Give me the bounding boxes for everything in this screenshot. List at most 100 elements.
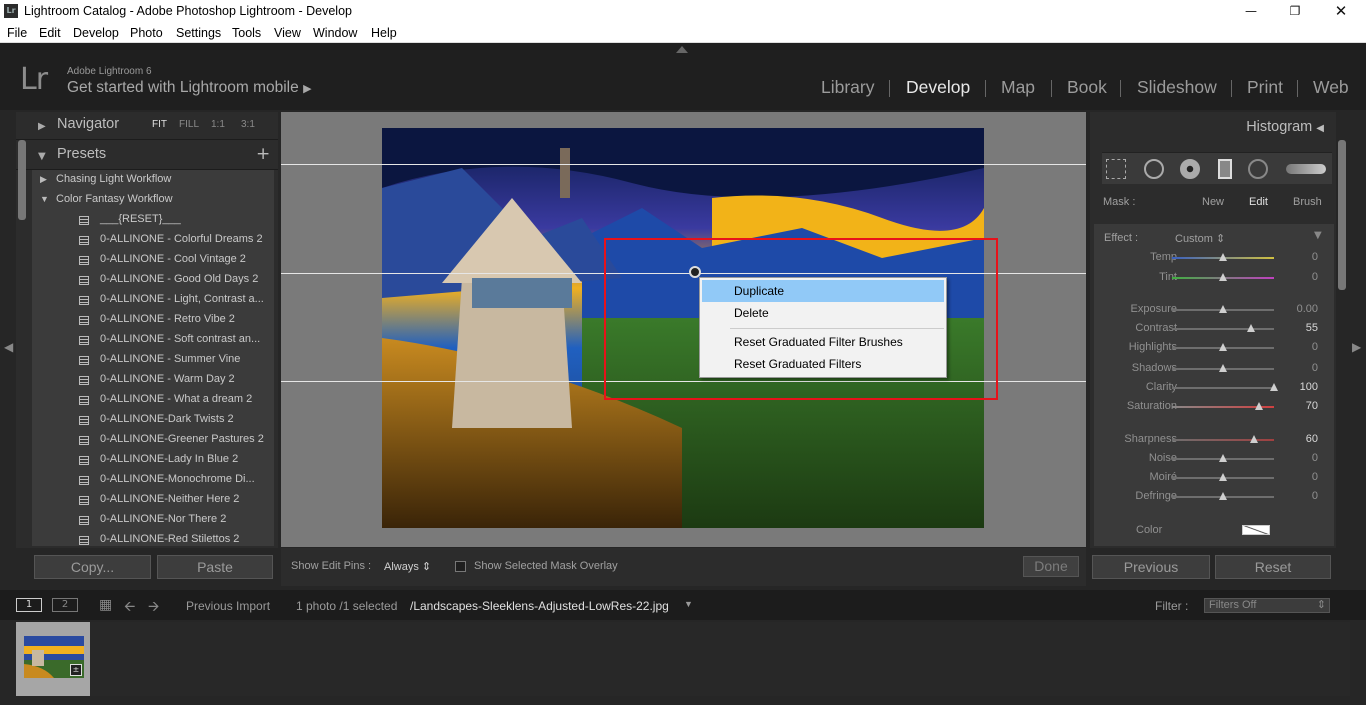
presets-header[interactable]: ▼ Presets + — [16, 142, 278, 170]
nav-3-1[interactable]: 3:1 — [241, 119, 255, 130]
slider-value[interactable]: 0 — [1312, 471, 1318, 483]
thumbnail-cell[interactable]: ± — [16, 622, 90, 696]
menu-edit[interactable]: Edit — [39, 26, 61, 40]
collapse-top-icon[interactable] — [676, 46, 688, 53]
collapse-left-icon[interactable]: ◀ — [4, 340, 13, 354]
mask-overlay-checkbox[interactable] — [455, 561, 466, 572]
slider-value[interactable]: 100 — [1300, 381, 1318, 393]
menu-photo[interactable]: Photo — [130, 26, 163, 40]
preset-item[interactable]: 0-ALLINONE - Summer Vine — [32, 350, 274, 370]
slider-value[interactable]: 0 — [1312, 341, 1318, 353]
navigator-header[interactable]: ▶ Navigator FIT FILL 1:1 3:1 — [16, 112, 278, 140]
reset-button[interactable]: Reset — [1215, 555, 1331, 579]
nav-fit[interactable]: FIT — [152, 119, 167, 130]
paste-button[interactable]: Paste — [157, 555, 273, 579]
slider-knob[interactable] — [1219, 454, 1227, 462]
slider-knob[interactable] — [1270, 383, 1278, 391]
module-map[interactable]: Map — [1001, 77, 1035, 98]
mask-new[interactable]: New — [1202, 196, 1224, 208]
menu-reset-brushes[interactable]: Reset Graduated Filter Brushes — [702, 331, 944, 353]
slider-knob[interactable] — [1247, 324, 1256, 332]
minimize-icon[interactable]: — — [1231, 2, 1271, 21]
slider-exposure[interactable]: Exposure 0.00 — [1094, 300, 1334, 320]
radial-filter-icon[interactable] — [1248, 159, 1268, 179]
source-label[interactable]: Previous Import — [186, 599, 270, 613]
slider-tint[interactable]: Tint 0 — [1094, 268, 1334, 288]
menu-duplicate[interactable]: Duplicate — [702, 280, 944, 302]
module-web[interactable]: Web — [1313, 77, 1349, 98]
slider-value[interactable]: 0.00 — [1297, 303, 1318, 315]
previous-button[interactable]: Previous — [1092, 555, 1210, 579]
slider-track[interactable] — [1172, 328, 1274, 330]
slider-moire[interactable]: Moiré 0 — [1094, 468, 1334, 488]
grid-icon[interactable]: ▦ — [99, 597, 112, 613]
slider-noise[interactable]: Noise 0 — [1094, 449, 1334, 469]
preset-item[interactable]: ___{RESET}___ — [32, 210, 274, 230]
nav-fill[interactable]: FILL — [179, 119, 199, 130]
view-2-button[interactable]: 2 — [52, 598, 78, 612]
lightroom-mobile-link[interactable]: Get started with Lightroom mobile ▶ — [67, 79, 312, 97]
menu-help[interactable]: Help — [371, 26, 397, 40]
forward-arrow-icon[interactable]: 🡪 — [148, 596, 159, 620]
slider-track[interactable] — [1172, 387, 1274, 389]
slider-value[interactable]: 70 — [1306, 400, 1318, 412]
color-swatch[interactable] — [1242, 525, 1270, 535]
filter-select[interactable]: Filters Off ⇕ — [1204, 598, 1330, 613]
preset-item[interactable]: 0-ALLINONE - Retro Vibe 2 — [32, 310, 274, 330]
preset-item[interactable]: 0-ALLINONE-Neither Here 2 — [32, 490, 274, 510]
module-print[interactable]: Print — [1247, 77, 1283, 98]
module-develop[interactable]: Develop — [906, 77, 970, 98]
graduated-filter-line[interactable] — [281, 164, 1086, 165]
preset-item[interactable]: 0-ALLINONE-Dark Twists 2 — [32, 410, 274, 430]
preset-item[interactable]: 0-ALLINONE-Nor There 2 — [32, 510, 274, 530]
filename[interactable]: /Landscapes-Sleeklens-Adjusted-LowRes-22… — [410, 599, 669, 613]
red-eye-icon[interactable] — [1180, 159, 1200, 179]
copy-button[interactable]: Copy... — [34, 555, 151, 579]
menu-delete[interactable]: Delete — [702, 302, 944, 324]
preset-item[interactable]: 0-ALLINONE-Monochrome Di... — [32, 470, 274, 490]
slider-track[interactable] — [1172, 439, 1274, 441]
slider-value[interactable]: 0 — [1312, 271, 1318, 283]
left-scrollbar[interactable] — [18, 140, 26, 220]
slider-knob[interactable] — [1219, 343, 1227, 351]
right-scrollbar[interactable] — [1338, 140, 1346, 290]
preset-folder-chasing-light[interactable]: ▶ Chasing Light Workflow — [32, 170, 274, 190]
preset-item[interactable]: 0-ALLINONE - Warm Day 2 — [32, 370, 274, 390]
maximize-icon[interactable]: ❐ — [1275, 2, 1315, 21]
slider-sharpness[interactable]: Sharpness 60 — [1094, 430, 1334, 450]
slider-temp[interactable]: Temp 0 — [1094, 248, 1334, 268]
preset-item[interactable]: 0-ALLINONE-Greener Pastures 2 — [32, 430, 274, 450]
slider-knob[interactable] — [1219, 253, 1227, 261]
menu-reset-filters[interactable]: Reset Graduated Filters — [702, 353, 944, 375]
slider-value[interactable]: 0 — [1312, 452, 1318, 464]
slider-knob[interactable] — [1254, 402, 1263, 410]
menu-file[interactable]: File — [7, 26, 27, 40]
module-book[interactable]: Book — [1067, 77, 1107, 98]
slider-knob[interactable] — [1219, 473, 1227, 481]
menu-develop[interactable]: Develop — [73, 26, 119, 40]
menu-view[interactable]: View — [274, 26, 301, 40]
mask-brush[interactable]: Brush — [1293, 196, 1322, 208]
dropdown-arrow-icon[interactable]: ▼ — [684, 599, 693, 609]
preset-item[interactable]: 0-ALLINONE - Good Old Days 2 — [32, 270, 274, 290]
close-icon[interactable]: ✕ — [1321, 2, 1361, 21]
menu-settings[interactable]: Settings — [176, 26, 221, 40]
show-edit-pins-select[interactable]: Always ⇕ — [384, 560, 431, 573]
slider-clarity[interactable]: Clarity 100 — [1094, 378, 1334, 398]
slider-value[interactable]: 0 — [1312, 362, 1318, 374]
preset-item[interactable]: 0-ALLINONE - Colorful Dreams 2 — [32, 230, 274, 250]
mask-edit[interactable]: Edit — [1249, 196, 1268, 208]
menu-tools[interactable]: Tools — [232, 26, 261, 40]
crop-tool-icon[interactable] — [1106, 159, 1126, 179]
slider-value[interactable]: 60 — [1306, 433, 1318, 445]
back-arrow-icon[interactable]: 🡨 — [124, 596, 135, 620]
slider-knob[interactable] — [1219, 273, 1227, 281]
slider-contrast[interactable]: Contrast 55 — [1094, 319, 1334, 339]
slider-value[interactable]: 0 — [1312, 251, 1318, 263]
slider-value[interactable]: 55 — [1306, 322, 1318, 334]
collapse-right-icon[interactable]: ▶ — [1352, 340, 1361, 354]
graduated-filter-icon[interactable] — [1218, 159, 1232, 179]
panel-collapse-icon[interactable]: ▼ — [1314, 230, 1322, 241]
menu-window[interactable]: Window — [313, 26, 357, 40]
preset-item[interactable]: 0-ALLINONE - Light, Contrast a... — [32, 290, 274, 310]
